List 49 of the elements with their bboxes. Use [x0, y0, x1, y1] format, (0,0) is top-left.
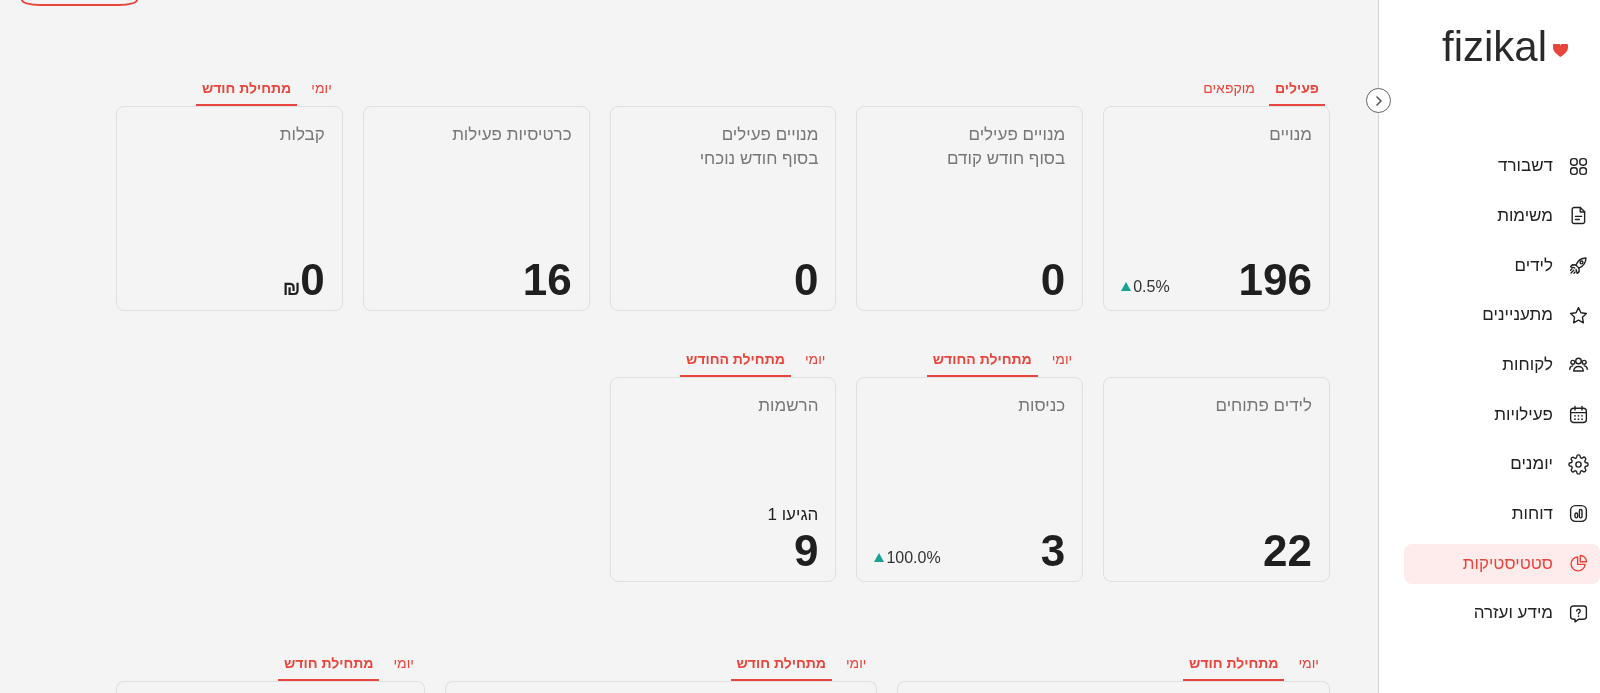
tab[interactable]: יומי — [387, 654, 420, 681]
card-title: מנויים פעילים בסוף חודש נוכחי — [698, 124, 819, 170]
card-title: מנויים — [1268, 124, 1312, 146]
nav-item[interactable]: יומנים — [1404, 444, 1600, 485]
stat-value: 16 — [522, 258, 572, 302]
collapse-button[interactable] — [1366, 88, 1391, 113]
change-percent: 100.0% — [886, 548, 941, 567]
tab[interactable]: יומי — [798, 350, 832, 377]
pie-chart-icon — [1568, 553, 1589, 574]
question-icon — [1568, 602, 1589, 624]
nav-item[interactable]: פעילויות — [1404, 394, 1600, 435]
stat-value: 196 — [1238, 258, 1312, 302]
stat-value: 0 — [1040, 258, 1066, 302]
tab[interactable]: יומי — [305, 79, 338, 106]
tab[interactable]: מוקפאים — [1197, 79, 1261, 106]
tab[interactable]: יומי — [1292, 654, 1325, 681]
nav-item[interactable]: לידים — [1404, 245, 1600, 286]
nav-item[interactable]: משימות — [1404, 195, 1600, 236]
card-title: כניסות — [1017, 395, 1066, 417]
note-text: הגיעו 1 — [767, 505, 819, 525]
nav-item[interactable]: דוחות — [1404, 493, 1600, 534]
grid-icon — [1568, 155, 1589, 177]
nav-item[interactable]: דשבורד — [1404, 146, 1600, 186]
card-title: כרטיסיות פעילות — [451, 124, 572, 146]
chevron-right-icon — [1375, 95, 1382, 106]
stat-value: 3 — [1040, 529, 1066, 573]
nav-item[interactable]: סטטיסטיקות — [1404, 543, 1600, 584]
change-percent: 0.5% — [1133, 277, 1170, 296]
logo-text: fizikal — [1441, 26, 1547, 68]
rocket-icon — [1568, 254, 1589, 276]
calendar-icon — [1568, 403, 1589, 425]
card-title: קבלות — [278, 124, 325, 146]
card-title: הרשמות — [757, 395, 819, 417]
stat-value: ₪0 — [282, 258, 325, 302]
bar-chart-icon — [1568, 503, 1589, 525]
nav-item[interactable]: מתעניינים — [1404, 295, 1600, 336]
stat-value: 22 — [1263, 529, 1312, 573]
tab[interactable]: יומי — [1045, 350, 1079, 377]
gear-icon — [1568, 453, 1589, 475]
card-title: לידים פתוחים — [1214, 395, 1312, 417]
outline-button[interactable] — [21, 0, 138, 6]
nav-item[interactable]: מידע ועזרה — [1404, 593, 1600, 634]
heart-icon — [1553, 44, 1568, 57]
stat-value: 0 — [793, 258, 819, 302]
card-title: מנויים פעילים בסוף חודש קודם — [946, 124, 1066, 170]
star-icon — [1568, 304, 1589, 326]
nav-item[interactable]: לקוחות — [1404, 344, 1600, 385]
stat-value: 9 — [793, 529, 819, 573]
tab[interactable]: יומי — [839, 654, 873, 681]
